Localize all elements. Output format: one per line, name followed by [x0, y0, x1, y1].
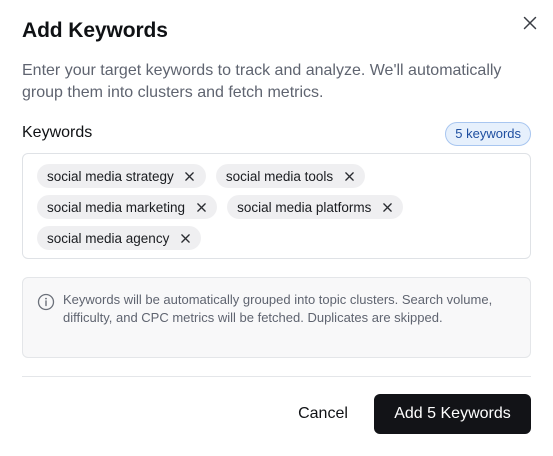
keyword-chip: social media agency [37, 226, 202, 250]
close-icon [181, 233, 190, 243]
close-icon [344, 171, 354, 181]
remove-keyword-button[interactable] [342, 169, 356, 183]
info-callout: Keywords will be automatically grouped i… [22, 277, 531, 358]
remove-keyword-button[interactable] [194, 200, 208, 214]
keyword-chip: social media strategy [37, 164, 206, 188]
keyword-chip-label: social media strategy [47, 168, 174, 184]
keywords-input[interactable]: social media strategy social media tools… [22, 153, 531, 259]
remove-keyword-button[interactable] [178, 231, 192, 245]
close-button[interactable] [520, 13, 540, 33]
keywords-label: Keywords [22, 124, 93, 141]
keyword-count-badge: 5 keywords [445, 122, 531, 146]
dialog-description: Enter your target keywords to track and … [22, 62, 502, 101]
close-icon [523, 16, 537, 30]
footer-divider [22, 376, 531, 377]
close-icon [196, 202, 206, 212]
dialog-title: Add Keywords [22, 19, 168, 42]
add-keywords-button[interactable]: Add 5 Keywords [374, 394, 531, 434]
keyword-chip-label: social media marketing [47, 199, 186, 215]
info-text: Keywords will be automatically grouped i… [63, 292, 493, 325]
remove-keyword-button[interactable] [183, 169, 197, 183]
keyword-chip: social media platforms [227, 195, 404, 219]
close-icon [383, 202, 392, 212]
close-icon [185, 171, 195, 181]
info-circle-icon [37, 293, 55, 311]
keyword-chip-label: social media tools [225, 168, 334, 184]
keyword-chip-label: social media agency [47, 230, 170, 246]
keyword-chip-label: social media platforms [237, 199, 372, 215]
keyword-chip: social media marketing [37, 195, 218, 219]
cancel-button[interactable]: Cancel [285, 395, 361, 433]
remove-keyword-button[interactable] [380, 200, 394, 214]
add-keywords-dialog: Add Keywords Enter your target keywords … [0, 0, 553, 456]
keyword-chip: social media tools [215, 164, 366, 188]
